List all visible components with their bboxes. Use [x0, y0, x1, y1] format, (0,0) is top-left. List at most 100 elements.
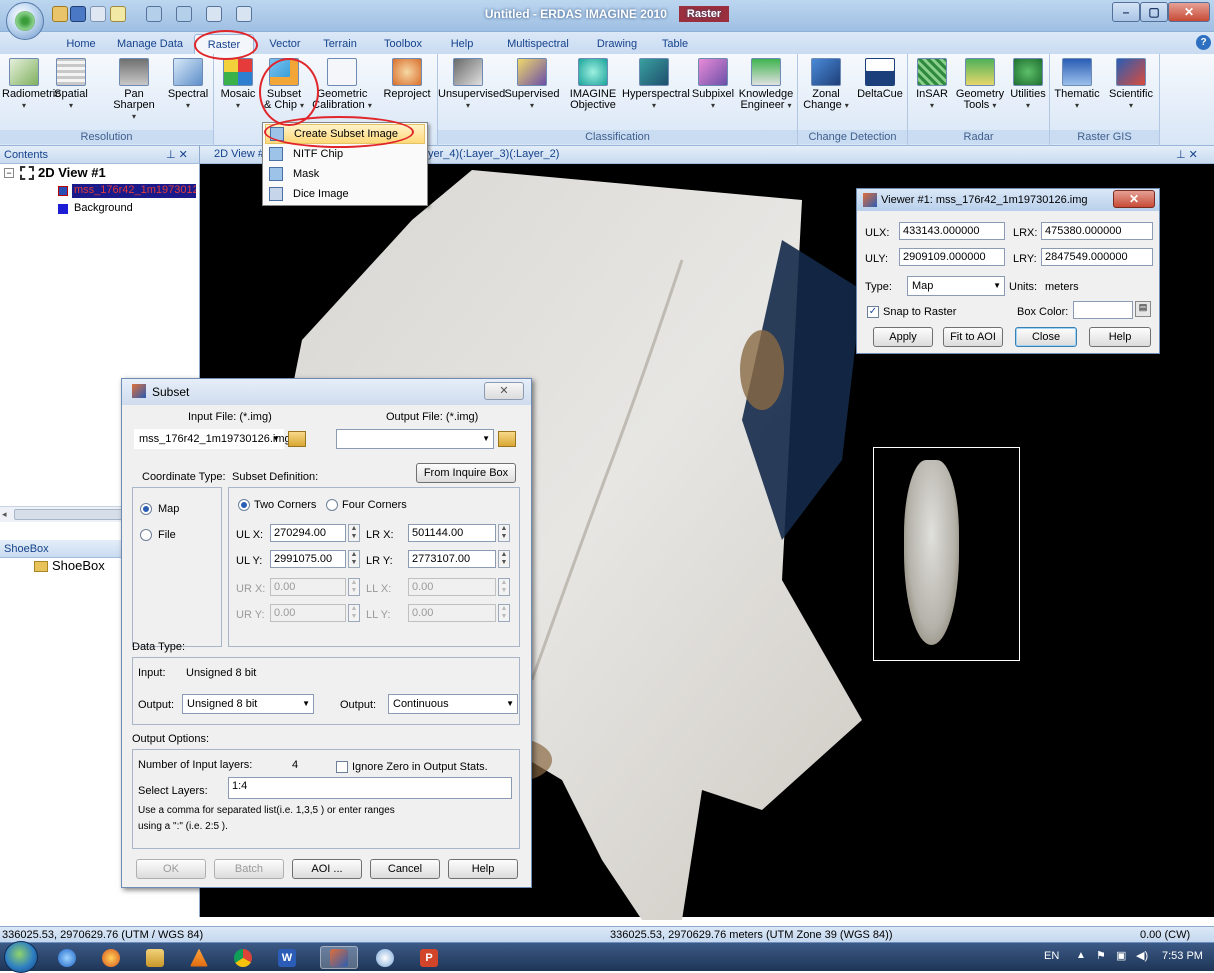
- zonal-change-button[interactable]: Zonal Change ▾: [800, 58, 852, 111]
- tree-layer-item[interactable]: mss_176r42_1m19730126: [72, 184, 196, 198]
- select-layers-field[interactable]: 1:4: [228, 777, 512, 799]
- spectral-button[interactable]: Spectral ▾: [164, 58, 212, 111]
- subset-uly-field[interactable]: 2991075.00: [270, 550, 346, 568]
- scroll-left-icon[interactable]: ◂: [2, 509, 7, 520]
- tab-drawing[interactable]: Drawing: [588, 34, 646, 54]
- map-radio[interactable]: [140, 503, 152, 515]
- taskbar-paint[interactable]: [366, 946, 404, 969]
- file-radio[interactable]: [140, 529, 152, 541]
- knowledge-engineer-button[interactable]: Knowledge Engineer ▾: [736, 58, 796, 111]
- help-icon[interactable]: ?: [1196, 35, 1211, 50]
- pan-sharpen-button[interactable]: Pan Sharpen ▾: [112, 58, 156, 122]
- menu-mask[interactable]: Mask: [265, 164, 425, 184]
- language-indicator[interactable]: EN: [1044, 950, 1059, 962]
- ulx-spinner[interactable]: ▲ ▼: [348, 524, 360, 542]
- shoebox-item[interactable]: ShoeBox: [52, 558, 105, 573]
- subset-titlebar[interactable]: Subset ✕: [122, 379, 531, 405]
- box-color-swatch[interactable]: [1073, 301, 1133, 319]
- snap-to-raster-checkbox[interactable]: ✓: [867, 306, 879, 318]
- action-center-flag-icon[interactable]: ⚑: [1096, 949, 1106, 962]
- viewer-lry-field[interactable]: 2847549.000000: [1041, 248, 1153, 266]
- subset-close-icon[interactable]: ✕: [484, 382, 524, 400]
- pin-close-icon[interactable]: ⊥ ✕: [1176, 148, 1198, 161]
- subset-aoi-button[interactable]: AOI ...: [292, 859, 362, 879]
- geometric-calibration-button[interactable]: Geometric Calibration ▾: [310, 58, 374, 111]
- subset-cancel-button[interactable]: Cancel: [370, 859, 440, 879]
- taskbar-explorer[interactable]: [136, 946, 174, 969]
- supervised-button[interactable]: Supervised ▾: [502, 58, 562, 111]
- thematic-button[interactable]: Thematic ▾: [1052, 58, 1102, 111]
- clock[interactable]: 7:53 PM: [1162, 950, 1203, 962]
- uly-spinner[interactable]: ▲ ▼: [348, 550, 360, 568]
- minimize-button[interactable]: –: [1112, 2, 1140, 22]
- viewer-ulx-field[interactable]: 433143.000000: [899, 222, 1005, 240]
- taskbar-vlc[interactable]: [180, 946, 218, 969]
- lry-spinner[interactable]: ▲ ▼: [498, 550, 510, 568]
- taskbar-internet-explorer[interactable]: [48, 946, 86, 969]
- scientific-button[interactable]: Scientific ▾: [1104, 58, 1158, 111]
- tree-view-label[interactable]: 2D View #1: [38, 165, 106, 180]
- lrx-spinner[interactable]: ▲ ▼: [498, 524, 510, 542]
- subset-ulx-field[interactable]: 270294.00: [270, 524, 346, 542]
- subset-help-button[interactable]: Help: [448, 859, 518, 879]
- subset-lrx-field[interactable]: 501144.00: [408, 524, 496, 542]
- subset-batch-button[interactable]: Batch: [214, 859, 284, 879]
- viewer-fit-aoi-button[interactable]: Fit to AOI: [943, 327, 1003, 347]
- color-picker-icon[interactable]: ▤: [1135, 301, 1151, 317]
- start-button[interactable]: [4, 941, 38, 973]
- spatial-button[interactable]: Spatial ▾: [48, 58, 94, 111]
- maximize-button[interactable]: ▢: [1140, 2, 1168, 22]
- viewer-close-icon[interactable]: ✕: [1113, 190, 1155, 208]
- viewer-help-button[interactable]: Help: [1089, 327, 1151, 347]
- from-inquire-box-button[interactable]: From Inquire Box: [416, 463, 516, 483]
- viewer-type-select[interactable]: Map ▼: [907, 276, 1005, 296]
- mosaic-button[interactable]: Mosaic ▾: [216, 58, 260, 111]
- tab-help[interactable]: Help: [440, 34, 484, 54]
- geometry-tools-button[interactable]: Geometry Tools ▾: [954, 58, 1006, 111]
- tab-terrain[interactable]: Terrain: [312, 34, 368, 54]
- browse-output-icon[interactable]: [498, 431, 516, 447]
- show-hidden-icons-icon[interactable]: ▲: [1076, 950, 1086, 961]
- subpixel-button[interactable]: Subpixel ▾: [690, 58, 736, 111]
- utilities-button[interactable]: Utilities ▾: [1006, 58, 1050, 111]
- imagine-objective-button[interactable]: IMAGINE Objective: [566, 58, 620, 111]
- output-type-select[interactable]: Unsigned 8 bit ▼: [182, 694, 314, 714]
- hyperspectral-button[interactable]: Hyperspectral ▾: [622, 58, 690, 111]
- four-corners-radio[interactable]: [326, 499, 338, 511]
- viewer-close-button[interactable]: Close: [1015, 327, 1077, 347]
- viewer-apply-button[interactable]: Apply: [873, 327, 933, 347]
- view-tab-label[interactable]: 2D View #: [214, 148, 264, 160]
- two-corners-radio[interactable]: [238, 499, 250, 511]
- unsupervised-button[interactable]: Unsupervised ▾: [438, 58, 505, 111]
- insar-button[interactable]: InSAR ▾: [910, 58, 954, 111]
- viewer-lrx-field[interactable]: 475380.000000: [1041, 222, 1153, 240]
- ignore-zero-checkbox[interactable]: [336, 761, 348, 773]
- tab-vector[interactable]: Vector: [262, 34, 308, 54]
- taskbar-firefox[interactable]: [92, 946, 130, 969]
- network-icon[interactable]: ▣: [1116, 949, 1126, 962]
- tab-home[interactable]: Home: [56, 34, 106, 54]
- taskbar-powerpoint[interactable]: P: [410, 946, 448, 969]
- menu-dice-image[interactable]: Dice Image: [265, 184, 425, 204]
- close-window-button[interactable]: ✕: [1168, 2, 1210, 22]
- subset-ok-button[interactable]: OK: [136, 859, 206, 879]
- collapse-icon[interactable]: −: [4, 168, 14, 178]
- viewer-uly-field[interactable]: 2909109.000000: [899, 248, 1005, 266]
- pin-icon[interactable]: ⊥ ✕: [166, 148, 188, 161]
- application-button[interactable]: [6, 2, 44, 40]
- tab-table[interactable]: Table: [650, 34, 700, 54]
- inquire-box[interactable]: [873, 447, 1020, 661]
- subset-lry-field[interactable]: 2773107.00: [408, 550, 496, 568]
- deltacue-button[interactable]: DeltaCue: [854, 58, 906, 100]
- tab-multispectral[interactable]: Multispectral: [496, 34, 580, 54]
- taskbar-erdas[interactable]: [320, 946, 358, 969]
- browse-input-icon[interactable]: [288, 431, 306, 447]
- input-file-select[interactable]: mss_176r42_1m19730126.img ▼: [134, 429, 291, 449]
- radiometric-button[interactable]: Radiometric ▾: [2, 58, 61, 111]
- volume-icon[interactable]: ◀): [1136, 949, 1148, 962]
- tab-manage-data[interactable]: Manage Data: [112, 34, 188, 54]
- tab-toolbox[interactable]: Toolbox: [372, 34, 434, 54]
- output-layer-type-select[interactable]: Continuous ▼: [388, 694, 518, 714]
- taskbar-word[interactable]: W: [268, 946, 306, 969]
- taskbar-chrome[interactable]: [224, 946, 262, 969]
